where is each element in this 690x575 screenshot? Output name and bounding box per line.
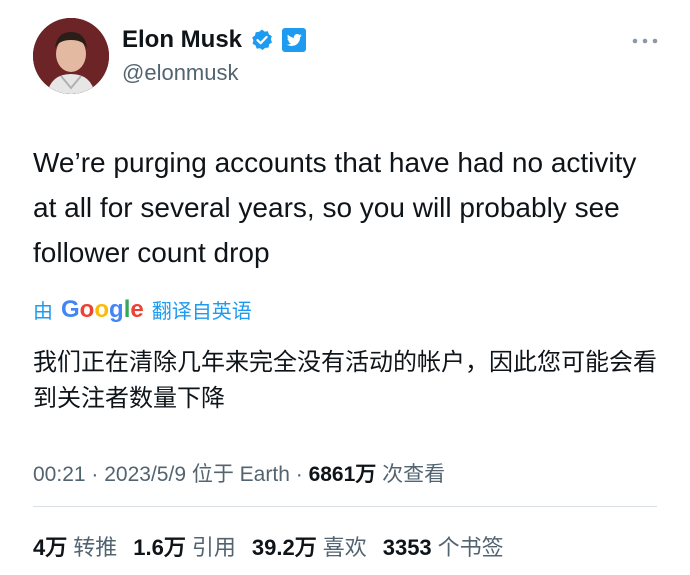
author-name-row: Elon Musk	[122, 26, 307, 54]
views-count[interactable]: 6861万	[309, 463, 377, 486]
stat-quotes[interactable]: 1.6万 引用	[133, 530, 236, 562]
tweet-meta: 00:21 · 2023/5/9 位于 Earth · 6861万 次查看	[33, 458, 445, 488]
views-label: 次查看	[382, 463, 446, 486]
meta-separator: ·	[91, 463, 99, 486]
translation-attribution[interactable]: 由 Google 翻译自英语	[33, 295, 252, 324]
stat-label: 喜欢	[322, 535, 367, 560]
avatar[interactable]	[33, 18, 109, 94]
tweet-date[interactable]: 2023/5/9	[104, 463, 186, 486]
stat-likes[interactable]: 39.2万 喜欢	[252, 530, 367, 562]
tweet-time[interactable]: 00:21	[33, 463, 86, 486]
stat-count: 3353	[382, 535, 432, 560]
stat-label: 引用	[191, 535, 236, 560]
translate-prefix: 由	[33, 301, 53, 323]
divider	[33, 506, 657, 507]
stat-label: 个书签	[437, 535, 504, 560]
stat-bookmarks[interactable]: 3353 个书签	[383, 530, 504, 562]
stat-count: 4万	[33, 535, 68, 560]
author-name[interactable]: Elon Musk	[122, 26, 242, 54]
twitter-bird-icon	[282, 28, 307, 52]
engagement-stats: 4万 转推 1.6万 引用 39.2万 喜欢 3353 个书签	[33, 530, 504, 562]
tweet-text: We’re purging accounts that have had no …	[33, 147, 637, 268]
more-options-icon[interactable]	[632, 34, 658, 45]
avatar-image	[33, 18, 109, 94]
verified-badge-icon	[250, 28, 274, 52]
google-logo: Google	[61, 295, 144, 323]
translate-suffix: 翻译自英语	[151, 301, 252, 323]
meta-separator: ·	[295, 463, 303, 486]
stat-count: 39.2万	[251, 535, 317, 560]
stat-count: 1.6万	[133, 535, 186, 560]
stat-label: 转推	[73, 535, 118, 560]
stat-retweets[interactable]: 4万 转推	[33, 530, 117, 562]
translated-text: 我们正在清除几年来完全没有活动的帐户，因此您可能会看到关注者数量下降	[33, 349, 657, 412]
tweet-location: 位于 Earth	[191, 463, 290, 486]
author-handle[interactable]: @elonmusk	[122, 60, 239, 86]
